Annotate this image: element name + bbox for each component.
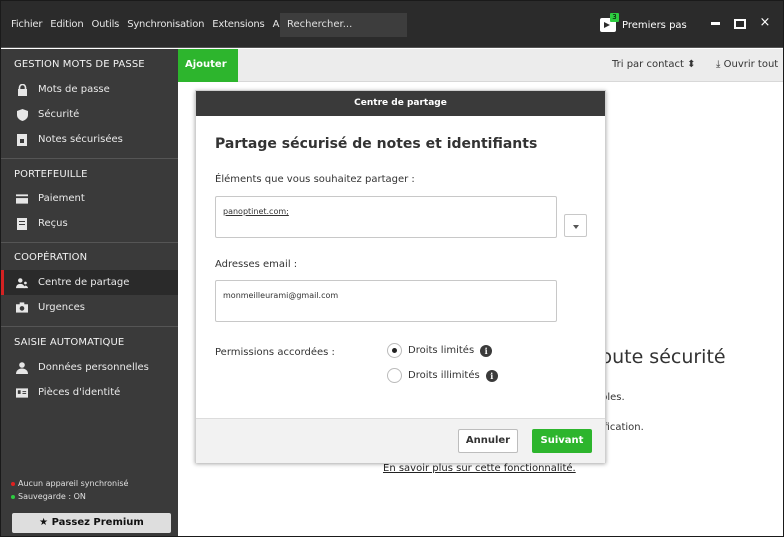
- info-icon[interactable]: i: [485, 369, 498, 382]
- open-all-label: Ouvrir tout: [723, 59, 779, 70]
- menu-extensions[interactable]: Extensions: [212, 19, 265, 30]
- menu-synchronisation[interactable]: Synchronisation: [127, 19, 204, 30]
- sort-label: Tri par contact: [612, 59, 684, 70]
- sidebar: GESTION MOTS DE PASSE Mots de passe Sécu…: [1, 49, 178, 536]
- option-unlimited-label: Droits illimités: [408, 370, 480, 381]
- id-card-icon: [16, 387, 28, 399]
- emails-field[interactable]: monmeilleurami@gmail.com: [215, 280, 557, 322]
- sidebar-divider: [1, 242, 178, 243]
- sidebar-item-label: Sécurité: [38, 109, 80, 120]
- person-icon: [16, 361, 28, 374]
- app-window: Fichier Edition Outils Synchronisation E…: [0, 0, 784, 537]
- note-icon: [16, 133, 28, 146]
- card-icon: [16, 193, 28, 205]
- sidebar-item-notes[interactable]: Notes sécurisées: [1, 127, 178, 152]
- premiers-pas-button[interactable]: 3 Premiers pas: [600, 12, 687, 38]
- title-bar: Fichier Edition Outils Synchronisation E…: [1, 1, 783, 48]
- sidebar-item-label: Reçus: [38, 218, 68, 229]
- sidebar-item-id-documents[interactable]: Pièces d'identité: [1, 380, 178, 405]
- sidebar-divider: [1, 326, 178, 327]
- emails-field-value: monmeilleurami@gmail.com: [223, 291, 339, 300]
- menu-bar: Fichier Edition Outils Synchronisation E…: [11, 1, 302, 48]
- next-button[interactable]: Suivant: [532, 429, 592, 453]
- sidebar-item-label: Mots de passe: [38, 84, 110, 95]
- sidebar-item-receipts[interactable]: Reçus: [1, 211, 178, 236]
- sidebar-item-label: Urgences: [38, 302, 85, 313]
- sidebar-item-passwords[interactable]: Mots de passe: [1, 77, 178, 102]
- sidebar-item-label: Centre de partage: [38, 277, 130, 288]
- cancel-button[interactable]: Annuler: [458, 429, 518, 453]
- tour-icon: 3: [600, 13, 619, 32]
- sort-dropdown[interactable]: Tri par contact ⬍: [612, 59, 695, 70]
- shield-icon: [16, 108, 28, 121]
- sidebar-item-label: Pièces d'identité: [38, 387, 121, 398]
- background-heading: toute sécurité: [593, 346, 726, 368]
- section-title-passwords: GESTION MOTS DE PASSE: [14, 59, 145, 70]
- sync-status-dot: [11, 481, 15, 486]
- sidebar-item-label: Données personnelles: [38, 362, 149, 373]
- section-title-cooperation: COOPÉRATION: [14, 252, 88, 263]
- maximize-button[interactable]: [730, 13, 750, 35]
- premiers-pas-label: Premiers pas: [622, 19, 687, 31]
- open-all-button[interactable]: ⤓ Ouvrir tout: [716, 59, 778, 70]
- option-limited-label: Droits limités: [408, 345, 475, 356]
- receipt-icon: [16, 217, 28, 230]
- sidebar-item-personal-data[interactable]: Données personnelles: [1, 355, 178, 380]
- radio-limited[interactable]: [387, 343, 402, 358]
- window-controls: ×: [700, 13, 775, 35]
- dialog-header: Centre de partage: [196, 91, 605, 116]
- camera-icon: [16, 302, 28, 314]
- menu-outils[interactable]: Outils: [91, 19, 119, 30]
- section-title-autofill: SAISIE AUTOMATIQUE: [14, 337, 125, 348]
- permissions-label: Permissions accordées :: [215, 347, 335, 358]
- sync-status: Aucun appareil synchronisé: [11, 479, 128, 488]
- menu-fichier[interactable]: Fichier: [11, 19, 42, 30]
- close-button[interactable]: ×: [755, 13, 775, 35]
- search-input[interactable]: Rechercher...: [280, 13, 407, 37]
- sidebar-item-label: Notes sécurisées: [38, 134, 123, 145]
- permission-option-unlimited[interactable]: Droits illimités i: [387, 368, 498, 383]
- star-icon: ★: [39, 517, 52, 528]
- items-field[interactable]: panoptinet.com;: [215, 196, 557, 238]
- dialog-title: Partage sécurisé de notes et identifiant…: [215, 136, 538, 152]
- backup-status-text: Sauvegarde : ON: [18, 492, 86, 501]
- section-title-wallet: PORTEFEUILLE: [14, 169, 88, 180]
- toolbar: Ajouter Tri par contact ⬍ ⤓ Ouvrir tout: [178, 49, 783, 82]
- items-dropdown-button[interactable]: [564, 214, 587, 237]
- sidebar-item-label: Paiement: [38, 193, 85, 204]
- emails-label: Adresses email :: [215, 259, 298, 270]
- sidebar-item-emergency[interactable]: Urgences: [1, 295, 178, 320]
- permission-option-limited[interactable]: Droits limités i: [387, 343, 493, 358]
- premium-label: Passez Premium: [51, 517, 144, 528]
- download-icon: ⤓: [716, 59, 724, 70]
- sidebar-item-sharing-center[interactable]: Centre de partage: [1, 270, 178, 295]
- sidebar-item-security[interactable]: Sécurité: [1, 102, 178, 127]
- radio-unlimited[interactable]: [387, 368, 402, 383]
- premium-button[interactable]: ★ Passez Premium: [12, 513, 171, 533]
- items-label: Éléments que vous souhaitez partager :: [215, 174, 415, 185]
- dialog-footer: Annuler Suivant: [196, 418, 605, 463]
- learn-more-link[interactable]: En savoir plus sur cette fonctionnalité.: [383, 463, 576, 474]
- sort-arrows-icon: ⬍: [687, 59, 696, 70]
- notification-badge: 3: [610, 13, 619, 22]
- sidebar-item-payment[interactable]: Paiement: [1, 186, 178, 211]
- lock-icon: [16, 83, 28, 96]
- items-field-value: panoptinet.com;: [223, 207, 289, 216]
- users-icon: [16, 277, 28, 289]
- add-button[interactable]: Ajouter: [178, 49, 238, 82]
- sync-status-text: Aucun appareil synchronisé: [18, 479, 129, 488]
- sidebar-divider: [1, 158, 178, 159]
- backup-status-dot: [11, 494, 15, 499]
- backup-status: Sauvegarde : ON: [11, 492, 86, 501]
- sharing-dialog: Centre de partage Partage sécurisé de no…: [195, 90, 606, 463]
- menu-edition[interactable]: Edition: [50, 19, 83, 30]
- minimize-button[interactable]: [705, 13, 725, 35]
- info-icon[interactable]: i: [480, 344, 493, 357]
